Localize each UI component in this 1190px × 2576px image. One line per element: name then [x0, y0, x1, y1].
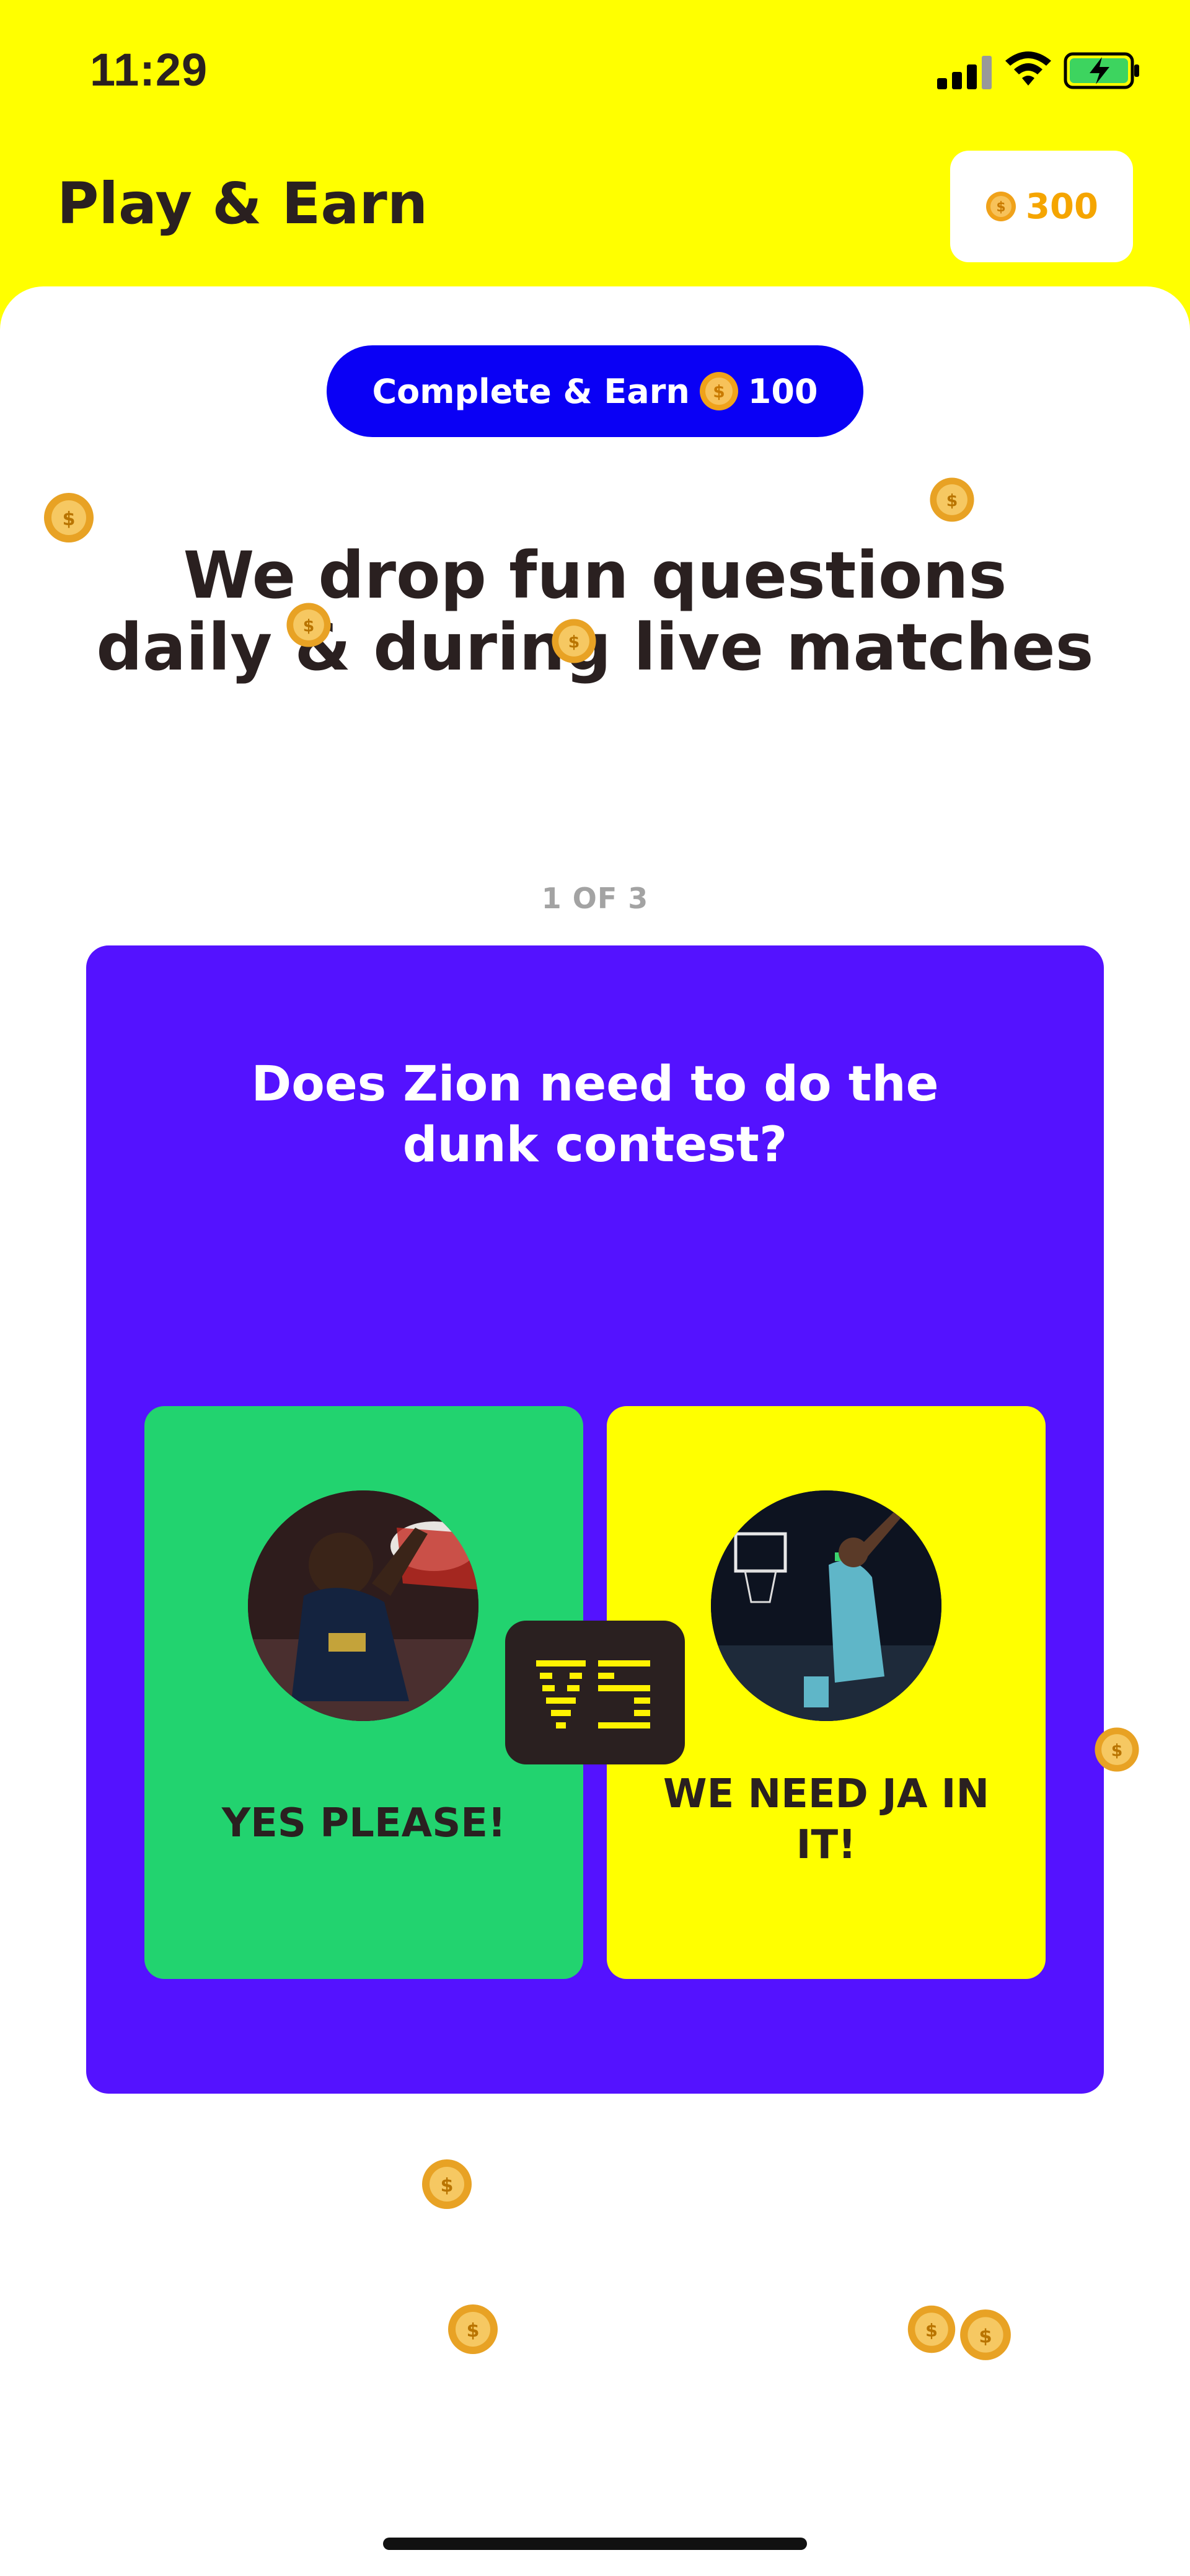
vs-icon — [536, 1660, 650, 1728]
svg-text:$: $ — [303, 617, 315, 636]
status-time: 11:29 — [90, 44, 208, 95]
question-text: Does Zion need to do the dunk contest? — [0, 1054, 1190, 1175]
question-line-2: dunk contest? — [402, 1117, 788, 1173]
floating-coin-icon: $ — [930, 477, 974, 522]
floating-coin-icon: $ — [44, 493, 94, 542]
home-indicator[interactable] — [383, 2538, 807, 2550]
option-yes-label: YES PLEASE! — [221, 1800, 506, 1846]
svg-text:$: $ — [946, 492, 958, 511]
floating-coin-icon: $ — [907, 2305, 956, 2353]
floating-coin-icon: $ — [960, 2309, 1011, 2360]
floating-coin-icon: $ — [422, 2159, 472, 2209]
floating-coin-icon: $ — [552, 619, 596, 663]
coin-balance-value: 300 — [1026, 186, 1098, 227]
coin-icon: $ — [699, 372, 738, 410]
svg-text:$: $ — [467, 2320, 480, 2342]
svg-text:$: $ — [1111, 1742, 1123, 1761]
option-ja-label: WE NEED JA IN IT! — [632, 1769, 1021, 1870]
earn-pill-label: Complete & Earn — [372, 371, 690, 411]
svg-text:$: $ — [979, 2326, 992, 2347]
svg-text:$: $ — [996, 200, 1005, 215]
complete-and-earn-pill: Complete & Earn $ 100 — [327, 345, 863, 437]
coin-balance-button[interactable]: $ 300 — [950, 151, 1133, 262]
option-yes-image — [248, 1490, 478, 1721]
floating-coin-icon: $ — [448, 2304, 498, 2354]
svg-text:$: $ — [441, 2175, 454, 2197]
vs-badge — [505, 1621, 685, 1764]
svg-text:$: $ — [713, 381, 725, 402]
wifi-icon — [1005, 51, 1051, 86]
coin-icon: $ — [986, 192, 1016, 221]
option-ja-label-line-1: WE NEED JA IN — [663, 1771, 989, 1817]
floating-coin-icon: $ — [286, 603, 331, 647]
svg-text:$: $ — [568, 633, 580, 652]
svg-text:$: $ — [925, 2319, 938, 2340]
headline-line-1: We drop fun questions — [183, 538, 1007, 613]
page-title: Play & Earn — [57, 170, 428, 237]
question-line-1: Does Zion need to do the — [251, 1056, 939, 1112]
status-bar: 11:29 — [0, 0, 1190, 143]
pager-indicator: 1 OF 3 — [541, 882, 649, 915]
cellular-signal-icon — [937, 56, 992, 89]
option-ja-label-line-2: IT! — [796, 1822, 857, 1868]
option-ja-image — [711, 1490, 941, 1721]
floating-coin-icon: $ — [1095, 1727, 1139, 1772]
earn-pill-amount: 100 — [747, 371, 818, 411]
svg-text:$: $ — [63, 508, 76, 530]
battery-charging-icon — [1064, 52, 1139, 89]
